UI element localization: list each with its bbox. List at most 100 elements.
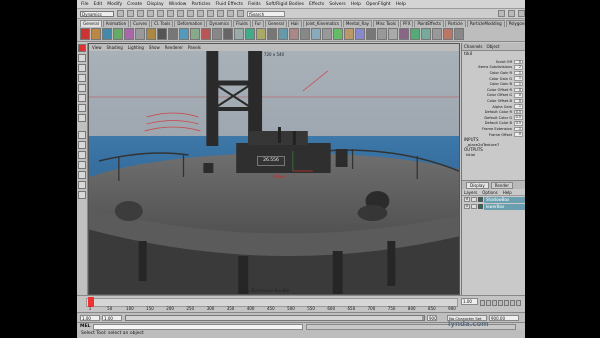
shelf-tab-pfx[interactable]: PFX [400,20,414,27]
channel-attribute-value[interactable]: 0 [514,98,523,104]
shelf-tool-icon[interactable] [135,28,145,40]
outputs-node[interactable]: tikiol [462,152,525,157]
layer-color-swatch[interactable] [478,197,483,202]
shelf-tab-fur[interactable]: Fur [251,20,265,27]
shelf-tab-particle[interactable]: Particle [444,20,466,27]
tab-channels[interactable]: Channels [464,44,483,49]
playback-start-field[interactable]: 1.00 [102,315,122,321]
layer-name[interactable]: ShadowBox [484,196,525,203]
menu-fluid-effects[interactable]: Fluid Effects [215,2,243,7]
layout-four-icon[interactable] [78,141,86,149]
shelf-tab-fluids[interactable]: Fluids [233,20,251,27]
tab-render-layers[interactable]: Render [490,181,513,189]
menu-edit[interactable]: Edit [94,2,103,7]
animation-start-field[interactable]: 1.00 [80,315,100,321]
snap-grid-icon[interactable] [177,10,184,17]
shelf-tool-icon[interactable] [399,28,409,40]
channel-attribute-row[interactable]: Color Offset G0 [462,93,525,99]
shelf-tab-cl-tools[interactable]: Cl. Tools [151,20,174,27]
channel-attribute-row[interactable]: Color Offset B0 [462,98,525,104]
tool-settings-toggle-icon[interactable] [508,10,515,17]
channel-attribute-value[interactable]: 1 [514,126,523,132]
channel-box-toggle-icon[interactable] [518,10,525,17]
step-forward-frame-icon[interactable] [510,299,515,306]
snap-curve-icon[interactable] [187,10,194,17]
shelf-tool-icon[interactable] [179,28,189,40]
select-by-hierarchy-icon[interactable] [147,10,154,17]
shelf-tool-icon[interactable] [432,28,442,40]
channel-attribute-value[interactable]: 0 [514,87,523,93]
menu-set-dropdown[interactable]: Dynamics [80,10,114,17]
layout-hypershade-icon[interactable] [78,181,86,189]
shelf-tool-icon[interactable] [377,28,387,40]
shelf-tool-icon[interactable] [355,28,365,40]
manipulator-tool-icon[interactable] [78,104,86,112]
shelf-tool-icon[interactable] [311,28,321,40]
layout-outliner-icon[interactable] [78,171,86,179]
shelf-tool-icon[interactable] [234,28,244,40]
channel-attribute-row[interactable]: Scroll Off 0 [462,59,525,65]
channel-attribute-row[interactable]: Items Subdivisions 2 [462,65,525,71]
layout-side-by-side-icon[interactable] [78,151,86,159]
layer-display-type-toggle[interactable] [471,197,477,202]
quick-select-field[interactable]: fSearch [247,10,285,17]
render-settings-icon[interactable] [237,10,244,17]
go-to-start-icon[interactable] [480,299,485,306]
shelf-tool-icon[interactable] [443,28,453,40]
viewport-menu-shading[interactable]: Shading [107,45,123,50]
boat-scene[interactable] [89,51,459,295]
shelf-tool-icon[interactable] [146,28,156,40]
shelf-tool-icon[interactable] [333,28,343,40]
channel-attribute-row[interactable]: Default Color B 0.5 [462,121,525,127]
layer-display-type-toggle[interactable] [471,204,477,209]
channel-attribute-value[interactable]: 1 [514,76,523,81]
shelf-tab-misc-tools[interactable]: Misc Tools [373,20,399,27]
lasso-tool-icon[interactable] [78,54,86,62]
last-tool-icon[interactable] [78,114,86,122]
tab-object[interactable]: Object [487,44,500,49]
menu-soft-rigid-bodies[interactable]: Soft/Rigid Bodies [266,2,304,7]
channel-attribute-value[interactable]: 1 [514,70,523,76]
shelf-tab-general[interactable]: General [80,20,102,27]
channel-attribute-value[interactable]: 1 [514,104,523,109]
channel-attribute-row[interactable]: Frame Extension 1 [462,126,525,132]
channel-attribute-value[interactable]: 0 [514,59,523,65]
playback-end-field[interactable]: 900.00 [427,315,437,321]
paint-select-tool-icon[interactable] [78,64,86,72]
shelf-tool-icon[interactable] [454,28,464,40]
channel-attribute-value[interactable]: 1 [514,81,523,87]
shelf-tab-particlemodding[interactable]: ParticleModding [466,20,505,27]
menu-file[interactable]: File [81,2,89,7]
viewport-menu-view[interactable]: View [92,45,102,50]
shelf-tool-icon[interactable] [366,28,376,40]
shelf-tool-icon[interactable] [168,28,178,40]
select-by-component-icon[interactable] [167,10,174,17]
shelf-tool-icon[interactable] [91,28,101,40]
viewport-menu-show[interactable]: Show [149,45,160,50]
channel-attribute-value[interactable]: 0 [514,93,523,98]
menu-help[interactable]: Help [503,190,512,195]
menu-fields[interactable]: Fields [248,2,261,7]
menu-window[interactable]: Window [169,2,187,7]
menu-particles[interactable]: Particles [191,2,210,7]
rotate-tool-icon[interactable] [78,84,86,92]
shelf-tab-general[interactable]: General [265,20,287,27]
shelf-tab-polygons[interactable]: Polygons [505,20,525,27]
menu-effects[interactable]: Effects [309,2,324,7]
viewport-menu-panels[interactable]: Panels [188,45,201,50]
shelf-tool-icon[interactable] [157,28,167,40]
shelf-tool-icon[interactable] [278,28,288,40]
snap-point-icon[interactable] [197,10,204,17]
menu-help[interactable]: Help [351,2,361,7]
display-layer-row[interactable]: V ShadowBox [462,196,525,203]
layer-name[interactable]: lowerBox [484,203,525,210]
animation-end-field[interactable]: 900.00 [489,315,519,321]
shelf-tool-icon[interactable] [190,28,200,40]
shelf-tool-icon[interactable] [267,28,277,40]
shelf-tab-painteffects[interactable]: PaintEffects [414,20,444,27]
play-forward-icon[interactable] [504,299,509,306]
shelf-tool-icon[interactable] [289,28,299,40]
shelf-tool-icon[interactable] [344,28,354,40]
new-scene-icon[interactable] [117,10,124,17]
channel-attribute-value[interactable]: 0.5 [514,115,523,120]
